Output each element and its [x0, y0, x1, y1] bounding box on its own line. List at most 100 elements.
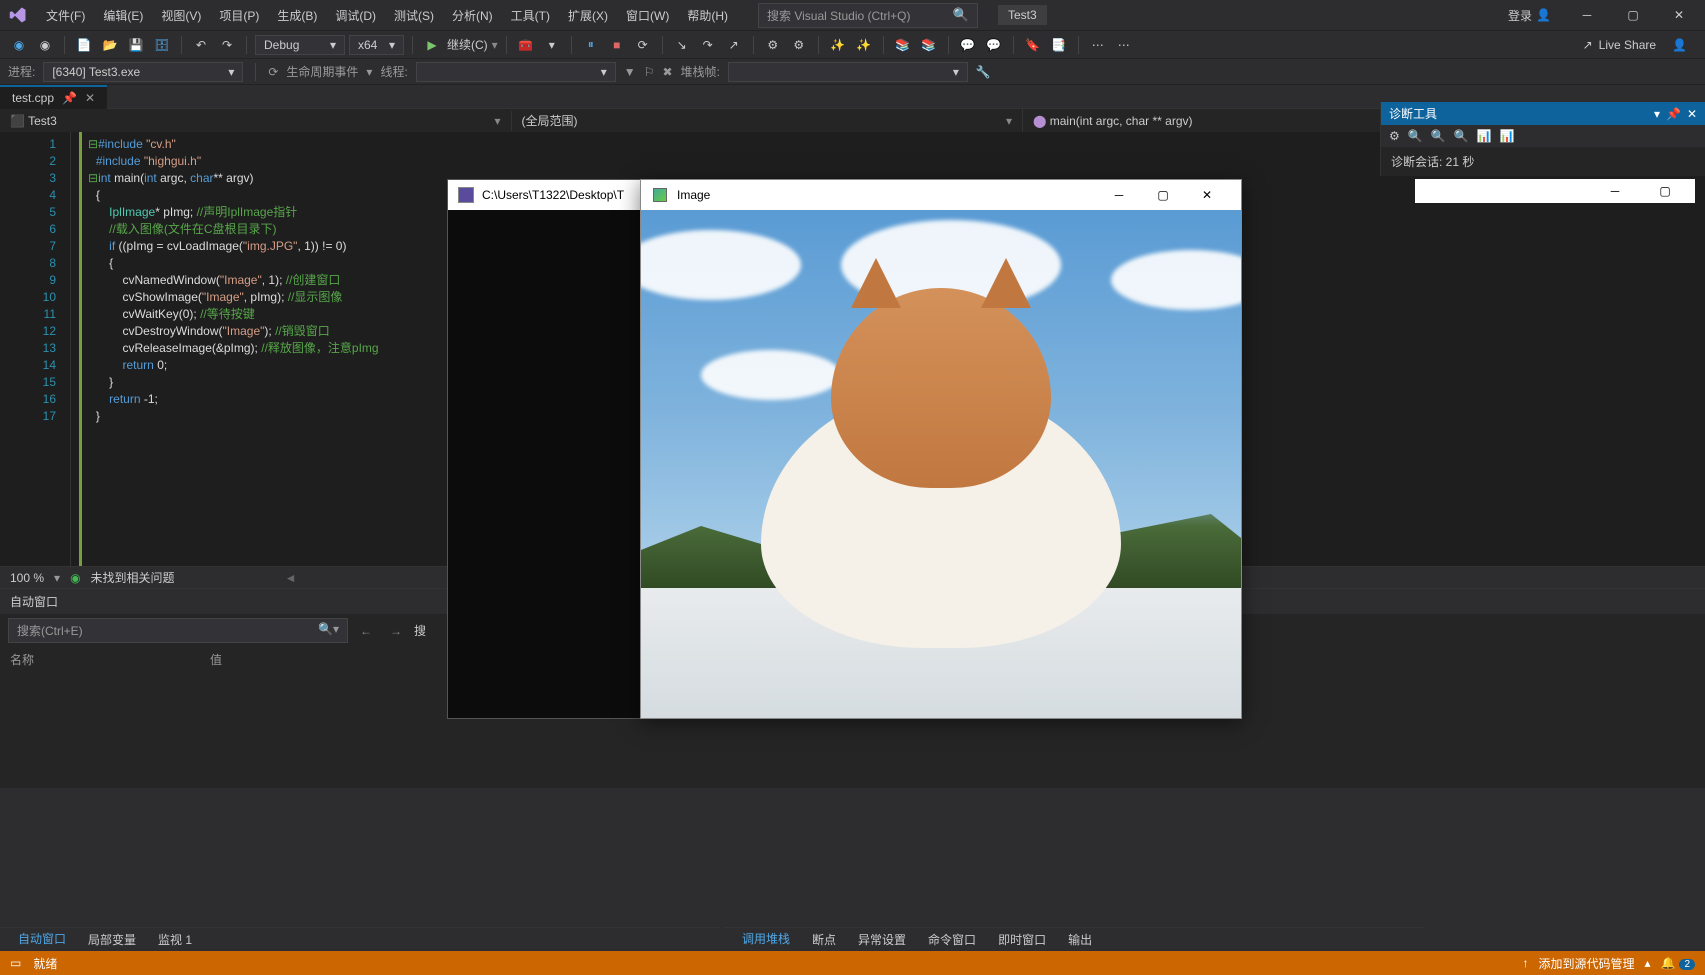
spark2-icon[interactable]: ✨ — [853, 34, 875, 56]
step-into-icon[interactable]: ↘ — [671, 34, 693, 56]
lifecycle-icon[interactable]: ⟳ — [268, 65, 278, 79]
menu-project[interactable]: 项目(P) — [211, 3, 267, 28]
mem-icon[interactable]: 📊 — [1500, 129, 1515, 143]
scm-label[interactable]: 添加到源代码管理 — [1538, 955, 1634, 972]
comment-icon[interactable]: 💬 — [957, 34, 979, 56]
zoom-in-icon[interactable]: 🔍 — [1408, 129, 1423, 143]
step-out-icon[interactable]: ↗ — [723, 34, 745, 56]
uncomment-icon[interactable]: 💬 — [983, 34, 1005, 56]
minimize-button[interactable]: ─ — [1097, 181, 1141, 209]
maximize-button[interactable]: ▢ — [1613, 2, 1653, 28]
tab-command[interactable]: 命令窗口 — [918, 927, 986, 952]
scroll-thumb-icon[interactable]: ◄ — [285, 571, 297, 585]
menu-extensions[interactable]: 扩展(X) — [560, 3, 616, 28]
tab-exceptions[interactable]: 异常设置 — [848, 927, 916, 952]
undo-icon[interactable]: ↶ — [190, 34, 212, 56]
zoom-level[interactable]: 100 % — [10, 571, 44, 585]
nav-fwd-icon[interactable]: → — [384, 622, 408, 640]
stack-dropdown[interactable]: ▾ — [728, 62, 968, 82]
menu-window[interactable]: 窗口(W) — [618, 3, 677, 28]
menu-debug[interactable]: 调试(D) — [327, 3, 384, 28]
stop-icon[interactable]: ■ — [606, 34, 628, 56]
cross-icon[interactable]: ✖ — [662, 65, 672, 79]
tab-breakpoints[interactable]: 断点 — [802, 927, 846, 952]
notif-icon[interactable]: 🔔2 — [1660, 956, 1695, 970]
tab-autos[interactable]: 自动窗口 — [8, 926, 76, 953]
menu-help[interactable]: 帮助(H) — [679, 3, 736, 28]
gear-icon[interactable]: ⚙ — [1389, 129, 1400, 143]
save-all-icon[interactable]: 🗄 — [151, 34, 173, 56]
zoom-fit-icon[interactable]: 🔍 — [1454, 129, 1469, 143]
quick-search-input[interactable]: 搜索 Visual Studio (Ctrl+Q) 🔍 — [758, 3, 978, 28]
misc-icon[interactable]: ⋯ — [1087, 34, 1109, 56]
diag-header[interactable]: 诊断工具 ▾ 📌 ✕ — [1381, 102, 1705, 125]
scm-icon[interactable]: ↑ — [1522, 956, 1528, 970]
tab-watch[interactable]: 监视 1 — [148, 927, 202, 952]
nav-back-icon[interactable]: ← — [354, 622, 378, 640]
login-button[interactable]: 登录 👤 — [1508, 7, 1551, 24]
file-tab-test-cpp[interactable]: test.cpp 📌 ✕ — [0, 85, 107, 109]
image-titlebar[interactable]: Image ─ ▢ ✕ — [641, 180, 1241, 210]
pin-icon[interactable]: 📌 — [1666, 107, 1681, 121]
nav-fwd-icon[interactable]: ◉ — [34, 34, 56, 56]
filter-icon[interactable]: ▼ — [624, 65, 636, 79]
step-over-icon[interactable]: ↷ — [697, 34, 719, 56]
nav-back-icon[interactable]: ◉ — [8, 34, 30, 56]
layers2-icon[interactable]: 📚 — [918, 34, 940, 56]
caret-down-icon[interactable]: ▾ — [541, 34, 563, 56]
zoom-out-icon[interactable]: 🔍 — [1431, 129, 1446, 143]
menu-view[interactable]: 视图(V) — [153, 3, 209, 28]
fold-column[interactable] — [70, 132, 82, 566]
autos-search-input[interactable]: 搜索(Ctrl+E) 🔍▾ — [8, 618, 348, 643]
close-button[interactable]: ✕ — [1659, 2, 1699, 28]
tab-callstack[interactable]: 调用堆栈 — [732, 926, 800, 953]
zoom-caret-icon[interactable]: ▾ — [54, 571, 60, 585]
new-project-icon[interactable]: 📄 — [73, 34, 95, 56]
open-icon[interactable]: 📂 — [99, 34, 121, 56]
pause-icon[interactable]: ⏸ — [580, 34, 602, 56]
tab-close-icon[interactable]: ✕ — [85, 91, 95, 105]
layers-icon[interactable]: 📚 — [892, 34, 914, 56]
continue-label[interactable]: 继续(C) — [447, 36, 488, 53]
menu-build[interactable]: 生成(B) — [269, 3, 325, 28]
nav-scope-dropdown[interactable]: (全局范围)▾ — [512, 109, 1024, 132]
col-name[interactable]: 名称 — [10, 651, 210, 668]
tab-immediate[interactable]: 即时窗口 — [988, 927, 1056, 952]
spark-icon[interactable]: ✨ — [827, 34, 849, 56]
platform-dropdown[interactable]: x64▾ — [349, 35, 404, 55]
minimize-button[interactable]: ─ — [1593, 177, 1637, 205]
menu-analyze[interactable]: 分析(N) — [444, 3, 501, 28]
thread-dropdown[interactable]: ▾ — [416, 62, 616, 82]
save-icon[interactable]: 💾 — [125, 34, 147, 56]
bookmark2-icon[interactable]: 📑 — [1048, 34, 1070, 56]
toggle-icon[interactable]: ⚙ — [762, 34, 784, 56]
col-value[interactable]: 值 — [210, 651, 410, 668]
close-button[interactable]: ✕ — [1185, 181, 1229, 209]
toolbox-icon[interactable]: 🧰 — [515, 34, 537, 56]
caret-down-icon[interactable]: ▾ — [1654, 107, 1660, 121]
image-window[interactable]: Image ─ ▢ ✕ — [640, 179, 1242, 719]
pin-icon[interactable]: 📌 — [62, 91, 77, 105]
menu-tools[interactable]: 工具(T) — [503, 3, 558, 28]
nav-project-dropdown[interactable]: ⬛ Test3▾ — [0, 111, 512, 131]
wrench-icon[interactable]: 🔧 — [976, 65, 991, 79]
toggle2-icon[interactable]: ⚙ — [788, 34, 810, 56]
restart-icon[interactable]: ⟳ — [632, 34, 654, 56]
mark-icon[interactable]: ⚐ — [644, 65, 655, 79]
menu-test[interactable]: 测试(S) — [386, 3, 442, 28]
continue-icon[interactable]: ▶ — [421, 34, 443, 56]
misc2-icon[interactable]: ⋯ — [1113, 34, 1135, 56]
cpu-icon[interactable]: 📊 — [1477, 129, 1492, 143]
tab-output[interactable]: 输出 — [1058, 927, 1102, 952]
config-dropdown[interactable]: Debug▾ — [255, 35, 345, 55]
redo-icon[interactable]: ↷ — [216, 34, 238, 56]
menu-edit[interactable]: 编辑(E) — [95, 3, 151, 28]
bookmark-icon[interactable]: 🔖 — [1022, 34, 1044, 56]
maximize-button[interactable]: ▢ — [1643, 177, 1687, 205]
live-share-button[interactable]: ↗ Live Share 👤 — [1573, 35, 1697, 55]
tab-locals[interactable]: 局部变量 — [78, 927, 146, 952]
close-icon[interactable]: ✕ — [1687, 107, 1697, 121]
maximize-button[interactable]: ▢ — [1141, 181, 1185, 209]
process-dropdown[interactable]: [6340] Test3.exe▾ — [43, 62, 243, 82]
menu-file[interactable]: 文件(F) — [38, 3, 93, 28]
